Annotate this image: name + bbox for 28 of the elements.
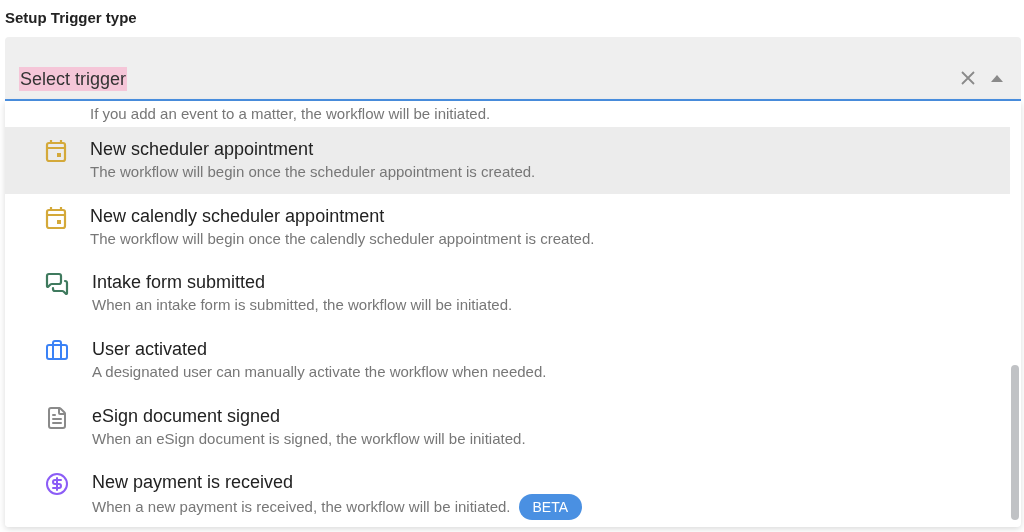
option-title: eSign document signed [92,404,282,428]
option-title: New scheduler appointment [90,138,315,161]
calendar-icon [45,205,67,230]
option-description: When an intake form is submitted, the workflow will be initiated. [92,295,513,316]
document-icon [45,405,69,430]
trigger-option[interactable]: New payment is received When a new payment is received, the workflow will be initiated. BETA [5,460,1010,527]
option-description: The workflow will begin once the calendly scheduler appointment is created. [90,228,595,249]
field-label: Setup Trigger type [5,8,137,29]
placeholder-text: Select trigger [19,67,128,91]
scrollbar[interactable] [1011,365,1019,520]
dollar-icon [45,472,69,497]
option-description: When a new payment is received, the workflow will be initiated. [92,497,511,518]
trigger-select[interactable]: Select trigger [5,37,1021,101]
option-title: New payment is received [92,471,295,495]
option-description: A designated user can manually activate the workflow when needed. [92,362,547,382]
clear-icon[interactable] [961,71,975,85]
option-title: User activated [92,338,209,361]
chat-icon [45,272,69,297]
option-description: The workflow will begin once the scheduler appointment is created. [90,162,536,182]
option-description: When an eSign document is signed, the workflow will be initiated. [92,428,526,449]
briefcase-icon [45,339,69,363]
caret-icon[interactable] [991,74,1003,82]
calendar-icon [45,139,67,163]
option-description: If you add an event to a matter, the workflow will be initiated. [90,103,491,124]
trigger-option[interactable]: New scheduler appointment The workflow will begin once the scheduler appointment is created. [5,127,1010,194]
beta-badge: BETA [518,494,583,521]
option-title: New calendly scheduler appointment [90,204,386,228]
option-title: Intake form submitted [92,271,267,295]
